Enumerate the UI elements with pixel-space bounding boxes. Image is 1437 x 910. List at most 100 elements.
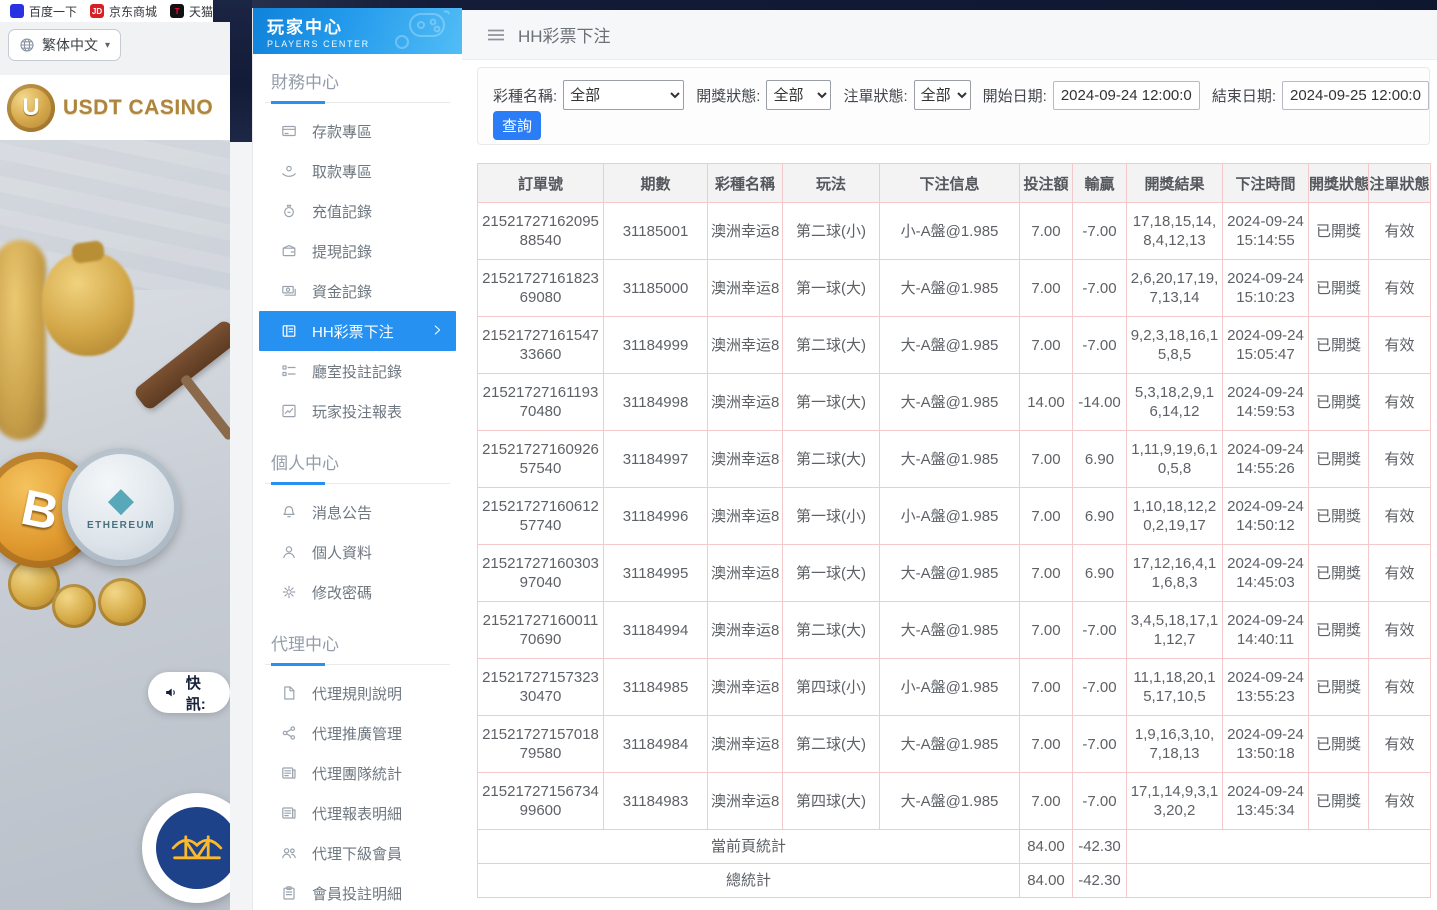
table-cell: 7.00 <box>1020 260 1073 317</box>
table-cell: 17,1,14,9,3,13,20,2 <box>1127 773 1223 830</box>
bookmark-tmall[interactable]: T天猫 <box>170 3 213 20</box>
table-cell: -7.00 <box>1073 260 1127 317</box>
table-cell: 有效 <box>1369 317 1431 374</box>
language-bar: 繁体中文 ▾ <box>0 22 230 75</box>
sidebar-item-提現記錄[interactable]: 提現記錄 <box>259 231 456 271</box>
team-badge <box>142 793 230 903</box>
summary-bet-amount: 84.00 <box>1020 864 1073 898</box>
table-cell: 小-A盤@1.985 <box>880 203 1020 260</box>
casino-logo[interactable]: U USDT CASINO <box>0 75 230 140</box>
clipboard-icon <box>281 885 297 901</box>
bookmark-baidu[interactable]: 百度一下 <box>10 3 77 20</box>
sidebar-item-label: 會員投註明細 <box>312 883 402 904</box>
draw-status-label: 開獎狀態: <box>696 85 760 106</box>
sidebar-item-HH彩票下注[interactable]: HH彩票下注 <box>259 311 456 351</box>
table-cell: 有效 <box>1369 773 1431 830</box>
file-icon <box>281 685 297 701</box>
bets-table-wrap: 訂單號期數彩種名稱玩法下注信息投注額輸贏開獎結果下注時間開獎狀態注單狀態 215… <box>477 163 1437 898</box>
draw-status-select[interactable]: 全部 <box>766 80 831 110</box>
table-cell: 7.00 <box>1020 317 1073 374</box>
ethereum-diamond-icon: ◆ <box>108 484 134 516</box>
table-cell: 2024-09-24 15:05:47 <box>1223 317 1309 374</box>
start-date-input[interactable] <box>1053 81 1200 110</box>
table-cell: -7.00 <box>1073 659 1127 716</box>
sidebar-item-存款專區[interactable]: 存款專區 <box>259 111 456 151</box>
sidebar-menu: 財務中心存款專區取款專區充值記錄提現記錄資金記錄HH彩票下注廳室投註記錄玩家投注… <box>253 64 462 910</box>
table-cell: 大-A盤@1.985 <box>880 545 1020 602</box>
table-cell: 澳洲幸运8 <box>708 659 783 716</box>
table-row: 215217271611937048031184998澳洲幸运8第一球(大)大-… <box>478 374 1431 431</box>
table-cell: 7.00 <box>1020 773 1073 830</box>
sidebar-item-代理下級會員[interactable]: 代理下級會員 <box>259 833 456 873</box>
table-cell: 2152172716182369080 <box>478 260 604 317</box>
summary-row-current-page: 當前頁統計84.00-42.30 <box>478 830 1431 864</box>
table-cell: 31185001 <box>604 203 708 260</box>
table-cell: 17,12,16,4,11,6,8,3 <box>1127 545 1223 602</box>
table-cell: 第二球(小) <box>783 203 880 260</box>
table-cell: 2152172716061257740 <box>478 488 604 545</box>
search-button[interactable]: 查詢 <box>493 111 541 140</box>
sidebar-item-個人資料[interactable]: 個人資料 <box>259 532 456 572</box>
sidebar-item-取款專區[interactable]: 取款專區 <box>259 151 456 191</box>
table-cell: 小-A盤@1.985 <box>880 659 1020 716</box>
table-cell: 1,11,9,19,6,10,5,8 <box>1127 431 1223 488</box>
bell-icon <box>281 504 297 520</box>
table-cell: 31184983 <box>604 773 708 830</box>
sidebar-item-label: 代理下級會員 <box>312 843 402 864</box>
bookmark-jd[interactable]: JD京东商城 <box>90 3 157 20</box>
speaker-icon <box>164 684 178 701</box>
card-icon <box>281 123 297 139</box>
table-cell: 有效 <box>1369 260 1431 317</box>
table-cell: 7.00 <box>1020 659 1073 716</box>
hamburger-menu-icon[interactable] <box>487 27 505 43</box>
sidebar-item-會員投註明細[interactable]: 會員投註明細 <box>259 873 456 910</box>
table-cell: 31184995 <box>604 545 708 602</box>
news-ticker[interactable]: 快訊: <box>148 672 230 713</box>
table-row: 215217271567349960031184983澳洲幸运8第四球(大)大-… <box>478 773 1431 830</box>
order-status-label: 注單狀態: <box>843 85 907 106</box>
order-status-select[interactable]: 全部 <box>914 80 971 110</box>
table-cell: 6.90 <box>1073 488 1127 545</box>
table-cell: 2152172716001170690 <box>478 602 604 659</box>
sidebar-item-label: 修改密碼 <box>312 582 372 603</box>
table-cell: 有效 <box>1369 374 1431 431</box>
sidebar-item-廳室投註記錄[interactable]: 廳室投註記錄 <box>259 351 456 391</box>
table-cell: 7.00 <box>1020 602 1073 659</box>
table-cell: 3,4,5,18,17,11,12,7 <box>1127 602 1223 659</box>
money-bag-graphic <box>42 252 134 356</box>
sidebar-item-label: 代理規則說明 <box>312 683 402 704</box>
column-header: 下注信息 <box>880 164 1020 203</box>
sidebar-item-玩家投注報表[interactable]: 玩家投注報表 <box>259 391 456 431</box>
table-cell: 已開獎 <box>1309 203 1369 260</box>
gear-icon <box>281 584 297 600</box>
language-label: 繁体中文 <box>42 35 98 55</box>
sidebar-item-代理推廣管理[interactable]: 代理推廣管理 <box>259 713 456 753</box>
bets-table: 訂單號期數彩種名稱玩法下注信息投注額輸贏開獎結果下注時間開獎狀態注單狀態 215… <box>477 163 1431 898</box>
sidebar-item-消息公告[interactable]: 消息公告 <box>259 492 456 532</box>
gold-coin-graphic <box>98 578 146 626</box>
column-header: 玩法 <box>783 164 880 203</box>
sidebar-item-代理團隊統計[interactable]: 代理團隊統計 <box>259 753 456 793</box>
sidebar-item-label: 代理團隊統計 <box>312 763 402 784</box>
lottery-name-select[interactable]: 全部 <box>563 80 684 110</box>
sidebar-item-資金記錄[interactable]: 資金記錄 <box>259 271 456 311</box>
table-cell: 9,2,3,18,16,15,8,5 <box>1127 317 1223 374</box>
table-cell: -7.00 <box>1073 203 1127 260</box>
sidebar-item-代理報表明細[interactable]: 代理報表明細 <box>259 793 456 833</box>
sidebar-section-title: 代理中心 <box>265 626 450 665</box>
table-cell: 有效 <box>1369 659 1431 716</box>
end-date-input[interactable] <box>1282 81 1429 110</box>
person-icon <box>281 544 297 560</box>
table-cell: 澳洲幸运8 <box>708 203 783 260</box>
table-cell: -14.00 <box>1073 374 1127 431</box>
summary-label: 總統計 <box>478 864 1020 898</box>
sidebar-item-充值記錄[interactable]: 充值記錄 <box>259 191 456 231</box>
table-cell: 有效 <box>1369 431 1431 488</box>
table-cell: 已開獎 <box>1309 431 1369 488</box>
language-selector[interactable]: 繁体中文 ▾ <box>8 29 121 61</box>
sidebar-item-代理規則說明[interactable]: 代理規則說明 <box>259 673 456 713</box>
table-cell: 2024-09-24 14:55:26 <box>1223 431 1309 488</box>
sidebar-item-修改密碼[interactable]: 修改密碼 <box>259 572 456 612</box>
sidebar-item-label: 廳室投註記錄 <box>312 361 402 382</box>
table-cell: 2024-09-24 13:55:23 <box>1223 659 1309 716</box>
